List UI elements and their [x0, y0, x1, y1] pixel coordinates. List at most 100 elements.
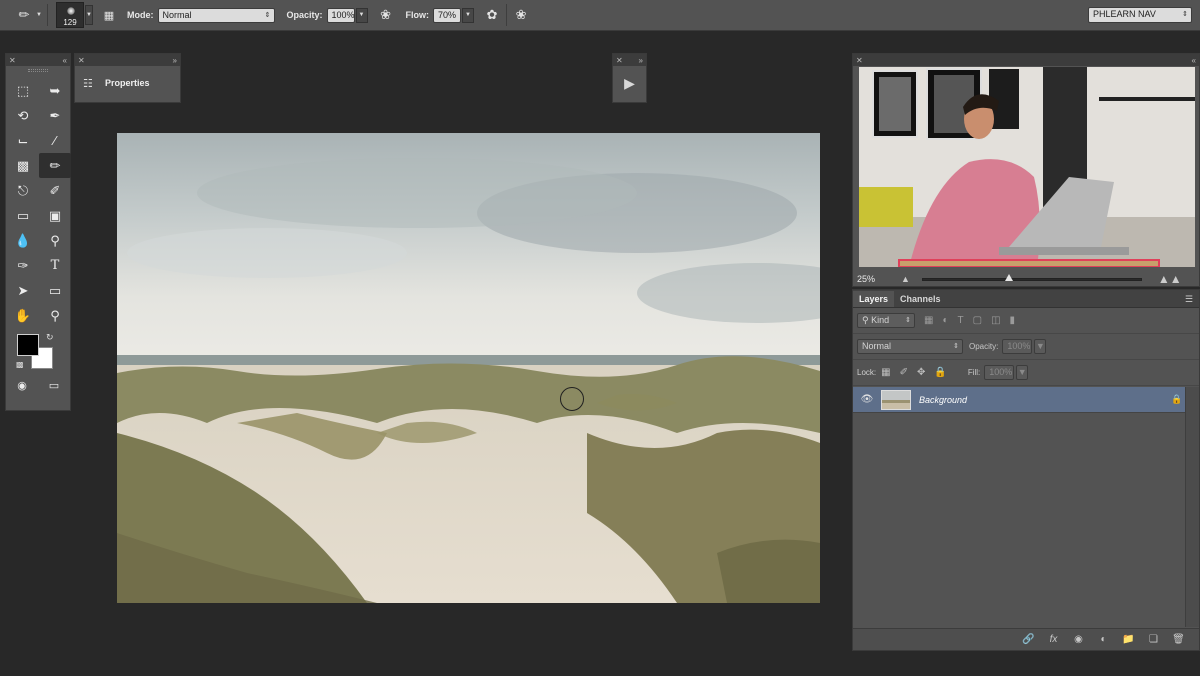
layer-opacity-label: Opacity:: [969, 342, 999, 351]
foreground-color-swatch[interactable]: [17, 334, 39, 356]
tool-preset-dropdown[interactable]: ▼: [35, 5, 43, 25]
zoom-icon[interactable]: ⚲: [39, 303, 71, 328]
pressure-opacity-icon[interactable]: ❀: [376, 5, 396, 25]
brush-preset-picker[interactable]: 129: [56, 2, 84, 28]
eye-icon[interactable]: 👁: [853, 394, 881, 405]
zoom-slider[interactable]: [921, 273, 1142, 281]
close-icon[interactable]: ✕: [78, 56, 85, 65]
panel-menu-icon[interactable]: ☰: [1185, 291, 1193, 307]
swap-colors-icon[interactable]: ↻: [46, 332, 54, 343]
drag-handle[interactable]: [6, 66, 70, 74]
zoom-slider-thumb[interactable]: [1004, 273, 1013, 281]
brush-tool-icon[interactable]: ✏: [14, 5, 34, 25]
eraser-icon[interactable]: ▭: [7, 203, 39, 228]
brush-panel-icon[interactable]: ▦: [99, 5, 119, 25]
dodge-icon[interactable]: ⚲: [39, 228, 71, 253]
workspace-select[interactable]: PHLEARN NAV ⇕: [1088, 7, 1192, 23]
flow-value: 70%: [438, 9, 457, 20]
brush-icon[interactable]: ✏: [39, 153, 71, 178]
close-icon[interactable]: ✕: [856, 56, 863, 65]
lock-icon[interactable]: 🔒: [1167, 394, 1187, 405]
lock-image-icon[interactable]: ✐: [900, 367, 908, 378]
zoom-in-icon[interactable]: ▲▲: [1158, 272, 1182, 286]
navigator-panel-header[interactable]: ✕ «: [853, 54, 1199, 66]
document-canvas[interactable]: [117, 133, 820, 603]
expand-icon[interactable]: »: [173, 56, 177, 65]
options-bar: ✏ ▼ 129 ▼ ▦ Mode: Normal ⇕ Opacity: 100%…: [0, 0, 1200, 31]
filter-shape-icon[interactable]: ▢: [973, 315, 982, 326]
collapse-icon[interactable]: «: [63, 56, 67, 65]
layer-opacity-dropdown[interactable]: ▼: [1034, 339, 1047, 354]
default-colors-icon[interactable]: ▩: [16, 360, 24, 369]
filter-pixel-icon[interactable]: ▦: [924, 315, 933, 326]
close-icon[interactable]: ✕: [616, 56, 623, 65]
zoom-value[interactable]: 25%: [857, 274, 901, 284]
pen-icon[interactable]: ✑: [7, 253, 39, 278]
workspace-value: PHLEARN NAV: [1093, 9, 1156, 19]
properties-button[interactable]: ☷ Properties: [75, 66, 180, 100]
eyedropper-icon[interactable]: ⁄: [39, 128, 71, 153]
divider: [47, 4, 48, 26]
flow-input[interactable]: 70%: [433, 7, 462, 23]
play-action-button[interactable]: ▶: [613, 66, 646, 100]
layer-opacity-input[interactable]: 100%: [1002, 339, 1033, 354]
lock-position-icon[interactable]: ✥: [917, 367, 925, 378]
layers-scrollbar[interactable]: [1185, 387, 1199, 627]
actions-panel-header[interactable]: ✕ »: [613, 54, 646, 66]
flow-dropdown[interactable]: ▼: [462, 7, 475, 23]
filter-type-icon[interactable]: T: [958, 315, 964, 326]
filter-kind-select[interactable]: ⚲ Kind ⇕: [857, 313, 915, 328]
brush-preset-dropdown[interactable]: ▼: [85, 5, 93, 25]
tools-panel-header[interactable]: ✕ «: [6, 54, 70, 66]
fill-dropdown[interactable]: ▼: [1016, 365, 1029, 380]
opacity-input[interactable]: 100%: [326, 7, 355, 23]
close-icon[interactable]: ✕: [9, 56, 16, 65]
pressure-size-icon[interactable]: ❀: [511, 5, 531, 25]
opacity-dropdown[interactable]: ▼: [355, 7, 368, 23]
filter-smart-object-icon[interactable]: ◫: [991, 315, 1000, 326]
blend-mode-select[interactable]: Normal ⇕: [857, 339, 963, 354]
link-layers-icon[interactable]: 🔗: [1016, 634, 1041, 645]
quick-mask-icon[interactable]: ◉: [6, 374, 38, 396]
path-select-icon[interactable]: ➤: [7, 278, 39, 303]
healing-icon[interactable]: ▩: [7, 153, 39, 178]
mode-select[interactable]: Normal ⇕: [157, 7, 275, 23]
blend-row: Normal ⇕ Opacity: 100% ▼: [853, 334, 1199, 360]
add-mask-icon[interactable]: ◉: [1066, 634, 1091, 645]
screen-mode-icon[interactable]: ▭: [38, 374, 70, 396]
gradient-icon[interactable]: ▣: [39, 203, 71, 228]
airbrush-icon[interactable]: ✿: [482, 5, 502, 25]
fx-icon[interactable]: fx: [1041, 634, 1066, 645]
layer-filter-row: ⚲ Kind ⇕ ▦ ◐ T ▢ ◫ ▮: [853, 308, 1199, 334]
properties-panel-header[interactable]: ✕ »: [75, 54, 180, 66]
tab-layers[interactable]: Layers: [853, 291, 895, 307]
blur-icon[interactable]: 💧: [7, 228, 39, 253]
tab-channels[interactable]: Channels: [894, 291, 947, 307]
zoom-bar: 25% ▲ ▲▲: [853, 270, 1199, 288]
layer-thumbnail[interactable]: [881, 389, 911, 410]
fill-input[interactable]: 100%: [984, 365, 1015, 380]
hand-icon[interactable]: ✋: [7, 303, 39, 328]
move-icon[interactable]: ➥: [39, 78, 71, 103]
filter-adjustment-icon[interactable]: ◐: [942, 315, 948, 326]
adjustment-layer-icon[interactable]: ◐: [1091, 634, 1116, 645]
marquee-icon[interactable]: ⬚: [7, 78, 39, 103]
lock-transparent-icon[interactable]: ▦: [881, 367, 890, 378]
new-layer-icon[interactable]: ❏: [1141, 634, 1166, 645]
history-brush-icon[interactable]: ✐: [39, 178, 71, 203]
lasso-icon[interactable]: ⟲: [7, 103, 39, 128]
expand-icon[interactable]: »: [639, 56, 643, 65]
new-group-icon[interactable]: 📁: [1116, 634, 1141, 645]
layer-row-background[interactable]: 👁 Background 🔒: [853, 387, 1187, 413]
filter-toggle-icon[interactable]: ▮: [1010, 315, 1016, 326]
shape-icon[interactable]: ▭: [39, 278, 71, 303]
collapse-icon[interactable]: «: [1192, 56, 1196, 65]
layer-name[interactable]: Background: [919, 395, 1167, 405]
zoom-out-icon[interactable]: ▲: [901, 274, 910, 284]
stamp-icon[interactable]: ⎋: [7, 178, 39, 203]
lock-all-icon[interactable]: 🔒: [934, 367, 946, 378]
quick-select-icon[interactable]: ✒: [39, 103, 71, 128]
trash-icon[interactable]: 🗑: [1166, 634, 1191, 645]
crop-icon[interactable]: ⌙: [7, 128, 39, 153]
type-icon[interactable]: T: [39, 253, 71, 278]
